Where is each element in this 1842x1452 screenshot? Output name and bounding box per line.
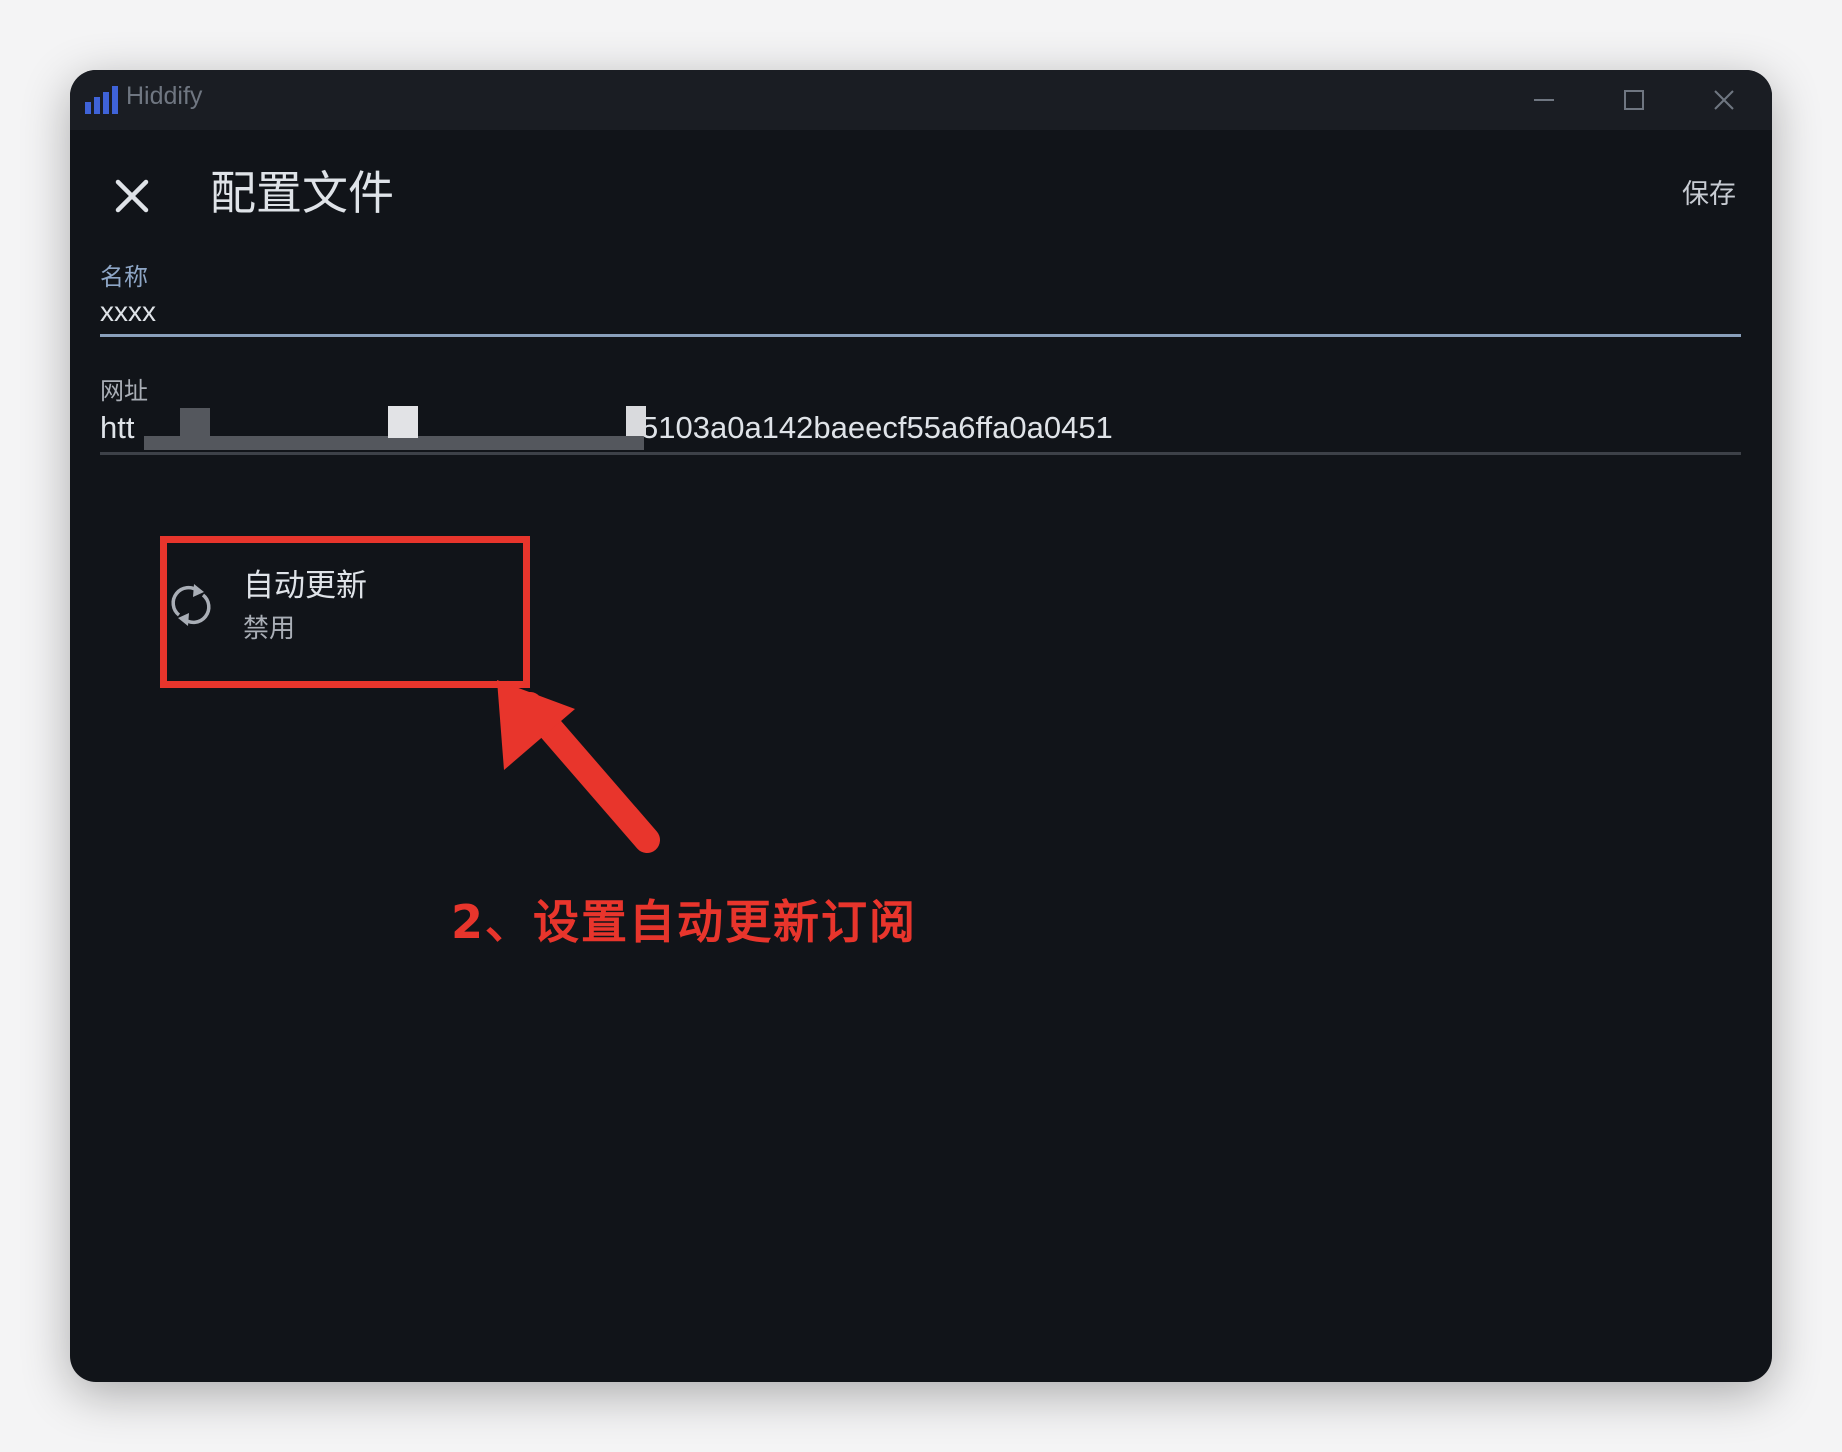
annotation-arrow-icon xyxy=(475,680,665,870)
url-field[interactable]: 网址 htt 5103a0a142baeecf55a6ffa0a0451 xyxy=(100,376,1741,455)
annotation-highlight-box xyxy=(160,536,530,688)
signal-bars-icon xyxy=(84,84,118,114)
app-window: Hiddify 配置文件 保存 名称 xxxx 网址 htt 5103a0a14… xyxy=(70,70,1772,1382)
save-button[interactable]: 保存 xyxy=(1682,170,1736,220)
name-field-underline xyxy=(100,334,1741,337)
app-name: Hiddify xyxy=(126,82,203,110)
close-dialog-button[interactable] xyxy=(100,166,164,230)
url-field-underline xyxy=(100,452,1741,455)
maximize-icon xyxy=(1624,90,1644,110)
close-icon xyxy=(1714,90,1734,110)
name-field[interactable]: 名称 xxxx xyxy=(100,262,1741,337)
close-icon xyxy=(115,179,149,213)
page-title: 配置文件 xyxy=(210,166,394,220)
maximize-button[interactable] xyxy=(1605,80,1661,120)
window-close-button[interactable] xyxy=(1696,80,1752,120)
minimize-button[interactable] xyxy=(1516,80,1572,120)
url-value-start: htt xyxy=(100,410,135,445)
url-redaction-bar xyxy=(144,436,644,450)
url-input[interactable]: htt 5103a0a142baeecf55a6ffa0a0451 xyxy=(100,406,1741,450)
name-input[interactable]: xxxx xyxy=(100,292,1741,332)
minimize-icon xyxy=(1534,99,1554,101)
name-field-label: 名称 xyxy=(100,263,148,291)
url-value-end: 5103a0a142baeecf55a6ffa0a0451 xyxy=(641,410,1113,445)
url-field-label: 网址 xyxy=(100,377,148,405)
url-redaction-block xyxy=(388,406,418,438)
url-redaction-block xyxy=(626,406,646,436)
window-titlebar[interactable]: Hiddify xyxy=(70,70,1772,130)
url-redaction-block xyxy=(180,408,210,438)
annotation-text: 2、设置自动更新订阅 xyxy=(451,895,918,949)
